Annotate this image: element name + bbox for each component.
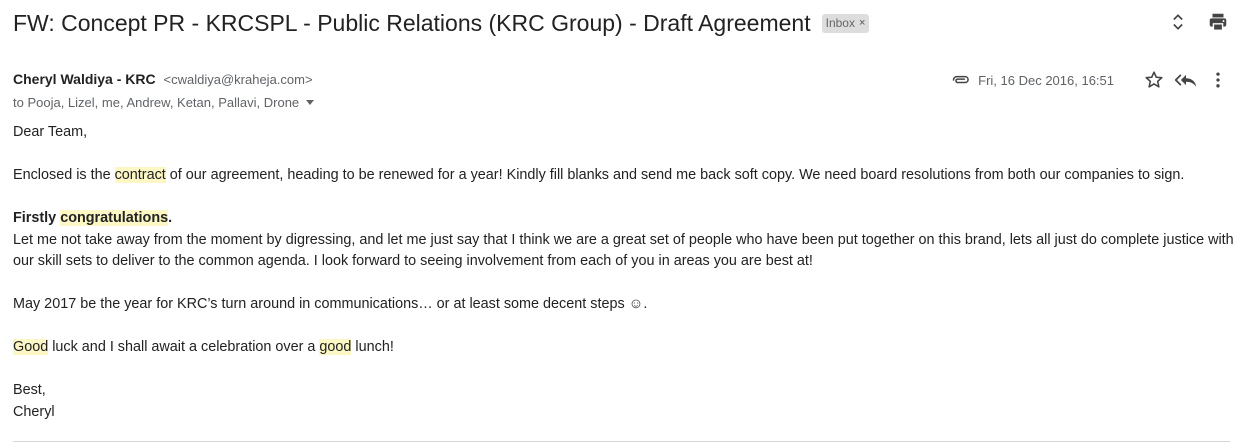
sender-email: <cwaldiya@kraheja.com>: [163, 72, 313, 87]
paragraph-contract: Enclosed is the contract of our agreemen…: [13, 165, 1235, 187]
highlighted-word: good: [319, 339, 352, 355]
print-icon[interactable]: [1206, 10, 1230, 34]
paragraph-year: May 2017 be the year for KRC’s turn arou…: [13, 296, 648, 312]
chevron-down-icon[interactable]: [306, 100, 315, 105]
message-date: Fri, 16 Dec 2016, 16:51: [978, 72, 1114, 88]
text-run: .: [168, 210, 173, 226]
recipients-row: to Pooja, Lizel, me, Andrew, Ketan, Pall…: [13, 95, 315, 110]
signature: Cheryl: [13, 403, 55, 420]
divider: [13, 441, 1230, 442]
highlighted-word: congratulations: [60, 210, 169, 226]
thread-actions: [1166, 10, 1230, 34]
text-run: Firstly: [13, 210, 61, 226]
paragraph-congrats-text: Let me not take away from the moment by …: [13, 231, 1234, 270]
message-meta: Fri, 16 Dec 2016, 16:51: [950, 68, 1230, 92]
paragraph-congrats-heading: Firstly congratulations.: [13, 208, 1235, 230]
signoff: Best,: [13, 382, 46, 398]
message-body: Dear Team, Enclosed is the contract of o…: [13, 122, 1235, 423]
sender-name[interactable]: Cheryl Waldiya - KRC: [13, 71, 156, 87]
highlighted-word: Good: [13, 339, 49, 355]
sender-row: Cheryl Waldiya - KRC <cwaldiya@kraheja.c…: [13, 71, 313, 87]
text-run: Enclosed is the: [13, 167, 115, 183]
greeting: Dear Team,: [13, 124, 88, 140]
text-run: lunch!: [351, 339, 394, 355]
paragraph-luck: Good luck and I shall await a celebratio…: [13, 337, 1235, 359]
inbox-label-chip[interactable]: Inbox ×: [821, 13, 870, 33]
star-icon[interactable]: [1142, 68, 1166, 92]
recipients-list: to Pooja, Lizel, me, Andrew, Ketan, Pall…: [13, 95, 300, 110]
text-run: luck and I shall await a celebration ove…: [48, 339, 320, 355]
subject-row: FW: Concept PR - KRCSPL - Public Relatio…: [13, 8, 870, 38]
text-run: of our agreement, heading to be renewed …: [165, 167, 1185, 183]
highlighted-word: contract: [114, 167, 166, 183]
paperclip-icon: [950, 69, 972, 91]
label-text: Inbox: [825, 15, 855, 30]
email-subject: FW: Concept PR - KRCSPL - Public Relatio…: [13, 9, 811, 36]
remove-label-button[interactable]: ×: [859, 17, 865, 29]
email-view: FW: Concept PR - KRCSPL - Public Relatio…: [0, 0, 1238, 443]
unfold-more-icon[interactable]: [1166, 10, 1190, 34]
reply-all-icon[interactable]: [1174, 68, 1198, 92]
more-vert-icon[interactable]: [1206, 68, 1230, 92]
